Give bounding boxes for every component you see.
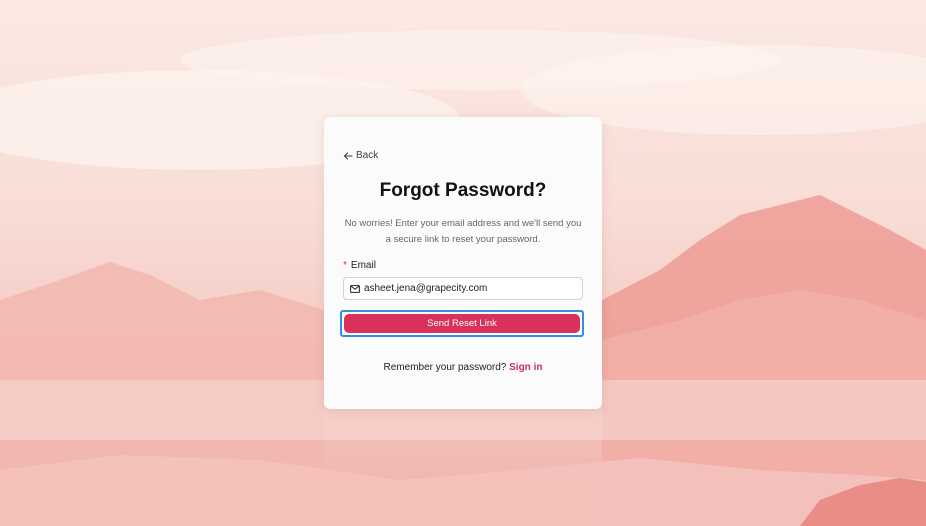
forgot-password-card: Back Forgot Password? No worries! Enter … bbox=[324, 117, 602, 409]
email-label: * Email bbox=[343, 260, 376, 271]
email-label-text: Email bbox=[350, 260, 376, 271]
page-description: No worries! Enter your email address and… bbox=[344, 218, 582, 245]
back-link[interactable]: Back bbox=[343, 150, 378, 161]
mail-icon bbox=[350, 284, 360, 293]
submit-focus-ring: Send Reset Link bbox=[340, 310, 584, 337]
email-input[interactable] bbox=[364, 283, 564, 294]
signin-prompt-text: Remember your password? bbox=[383, 362, 507, 373]
arrow-left-icon bbox=[343, 151, 353, 160]
signin-prompt: Remember your password? Sign in bbox=[324, 362, 602, 373]
sign-in-link[interactable]: Sign in bbox=[509, 362, 542, 373]
page-title: Forgot Password? bbox=[379, 180, 547, 201]
email-field[interactable] bbox=[343, 277, 583, 300]
back-label: Back bbox=[356, 150, 379, 161]
send-reset-link-button[interactable]: Send Reset Link bbox=[344, 314, 580, 333]
required-marker: * bbox=[343, 260, 347, 271]
